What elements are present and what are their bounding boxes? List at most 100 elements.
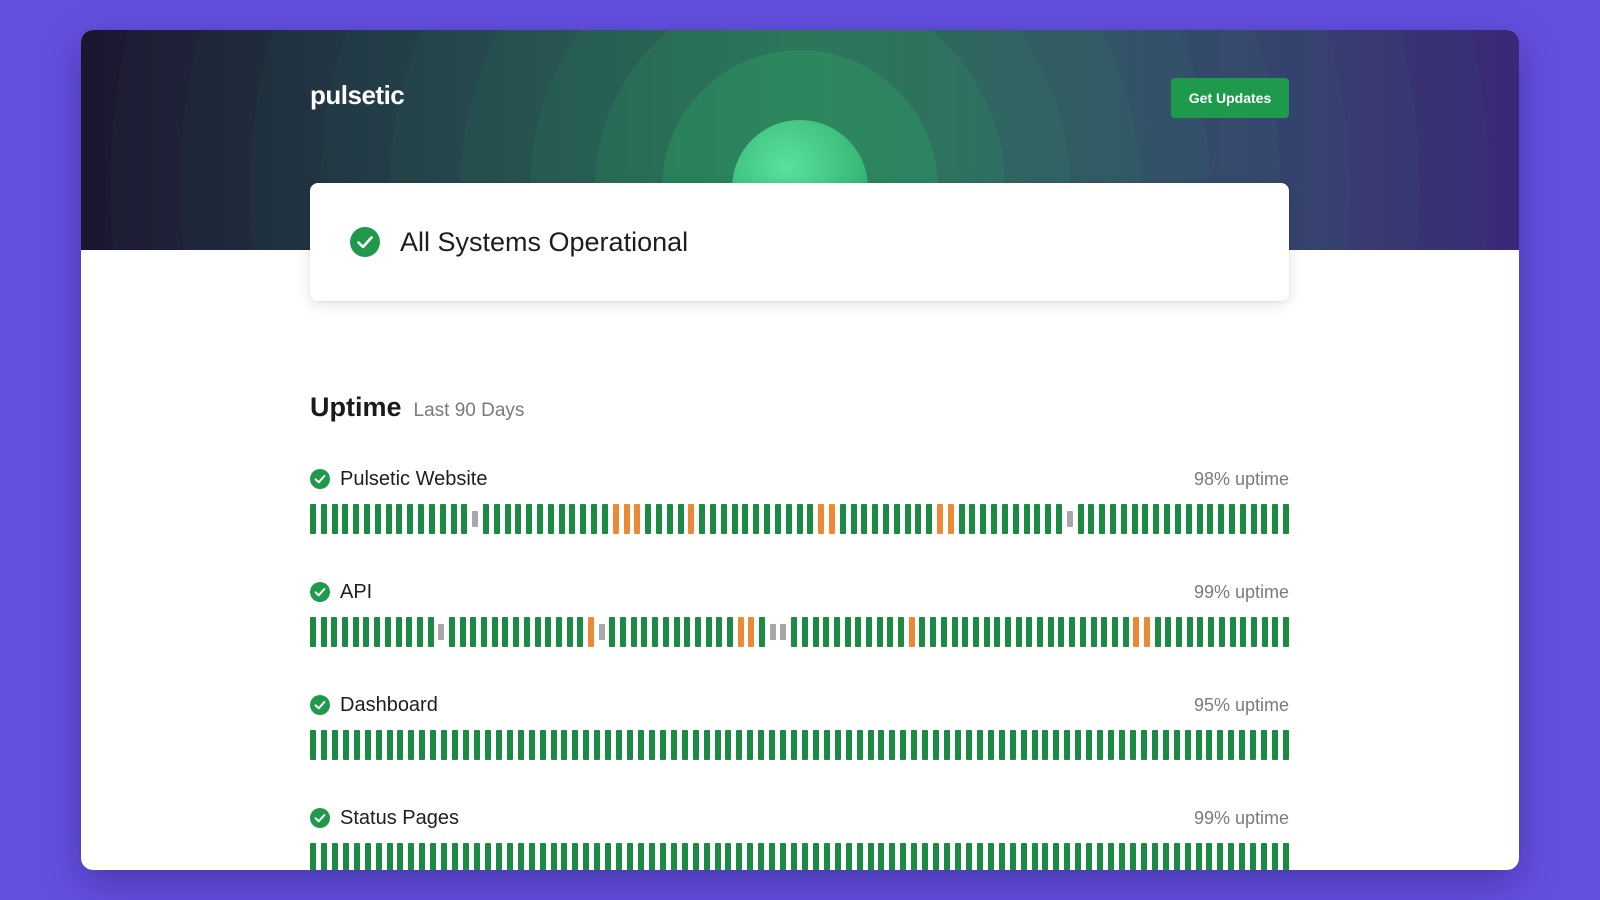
uptime-bar-operational[interactable] [1069, 617, 1076, 647]
uptime-bar-no-data[interactable] [769, 624, 776, 640]
uptime-bar-operational[interactable] [1195, 730, 1202, 760]
uptime-bar-operational[interactable] [1151, 843, 1158, 870]
uptime-bar-operational[interactable] [915, 504, 922, 534]
uptime-bar-operational[interactable] [594, 843, 601, 870]
uptime-bar-operational[interactable] [482, 504, 489, 534]
uptime-bar-operational[interactable] [839, 504, 846, 534]
uptime-bar-operational[interactable] [473, 843, 480, 870]
uptime-bar-operational[interactable] [452, 730, 459, 760]
uptime-bar-operational[interactable] [1217, 843, 1224, 870]
uptime-bar-operational[interactable] [506, 843, 513, 870]
uptime-bar-operational[interactable] [641, 617, 648, 647]
uptime-bar-operational[interactable] [1283, 843, 1289, 870]
uptime-bar-operational[interactable] [780, 730, 787, 760]
uptime-bar-operational[interactable] [1261, 504, 1268, 534]
uptime-bar-operational[interactable] [987, 843, 994, 870]
uptime-bar-operational[interactable] [1108, 843, 1115, 870]
uptime-bar-operational[interactable] [833, 617, 840, 647]
uptime-bar-operational[interactable] [342, 504, 349, 534]
uptime-bar-degraded[interactable] [623, 504, 630, 534]
uptime-bar-operational[interactable] [430, 730, 437, 760]
uptime-bar-operational[interactable] [627, 730, 634, 760]
uptime-bar-degraded[interactable] [828, 504, 835, 534]
uptime-bar-operational[interactable] [397, 730, 404, 760]
uptime-bar-operational[interactable] [834, 843, 841, 870]
uptime-bar-operational[interactable] [677, 504, 684, 534]
uptime-bar-operational[interactable] [1185, 504, 1192, 534]
uptime-bar-operational[interactable] [812, 617, 819, 647]
uptime-bar-operational[interactable] [1037, 617, 1044, 647]
uptime-bar-operational[interactable] [502, 617, 509, 647]
uptime-bar-operational[interactable] [550, 843, 557, 870]
uptime-bar-operational[interactable] [1090, 617, 1097, 647]
uptime-bar-operational[interactable] [844, 617, 851, 647]
uptime-bar-degraded[interactable] [937, 504, 944, 534]
uptime-bar-operational[interactable] [461, 504, 468, 534]
uptime-bar-operational[interactable] [363, 617, 370, 647]
uptime-bar-operational[interactable] [310, 617, 316, 647]
uptime-bar-operational[interactable] [791, 730, 798, 760]
uptime-bar-operational[interactable] [616, 730, 623, 760]
uptime-bar-operational[interactable] [922, 730, 929, 760]
uptime-bar-operational[interactable] [807, 504, 814, 534]
uptime-bar-operational[interactable] [1176, 617, 1183, 647]
uptime-bar-no-data[interactable] [780, 624, 787, 640]
uptime-bar-operational[interactable] [630, 617, 637, 647]
uptime-bar-operational[interactable] [320, 617, 327, 647]
uptime-bar-operational[interactable] [463, 730, 470, 760]
uptime-bar-operational[interactable] [987, 730, 994, 760]
uptime-bar-operational[interactable] [1239, 504, 1246, 534]
uptime-bar-operational[interactable] [655, 504, 662, 534]
uptime-bar-operational[interactable] [528, 843, 535, 870]
uptime-bar-operational[interactable] [965, 730, 972, 760]
uptime-bar-operational[interactable] [666, 504, 673, 534]
uptime-bar-operational[interactable] [872, 504, 879, 534]
uptime-bar-operational[interactable] [855, 617, 862, 647]
uptime-bar-operational[interactable] [419, 843, 426, 870]
uptime-bar-degraded[interactable] [947, 504, 954, 534]
uptime-bar-operational[interactable] [449, 617, 455, 647]
uptime-bar-operational[interactable] [1283, 504, 1289, 534]
uptime-bar-degraded[interactable] [688, 504, 695, 534]
uptime-bar-operational[interactable] [1131, 504, 1138, 534]
uptime-bar-operational[interactable] [1058, 617, 1065, 647]
uptime-bar-operational[interactable] [823, 730, 830, 760]
uptime-bar-operational[interactable] [812, 730, 819, 760]
uptime-bar-operational[interactable] [727, 617, 733, 647]
uptime-bar-operational[interactable] [513, 617, 520, 647]
uptime-bar-operational[interactable] [994, 617, 1001, 647]
uptime-bar-operational[interactable] [983, 617, 990, 647]
uptime-bar-operational[interactable] [933, 730, 940, 760]
uptime-bar-operational[interactable] [1283, 617, 1289, 647]
uptime-bar-operational[interactable] [1026, 617, 1033, 647]
uptime-bar-operational[interactable] [374, 504, 381, 534]
uptime-bar-operational[interactable] [801, 843, 808, 870]
uptime-bar-operational[interactable] [572, 843, 579, 870]
uptime-bar-operational[interactable] [758, 730, 765, 760]
uptime-bar-operational[interactable] [545, 617, 552, 647]
uptime-bar-operational[interactable] [911, 730, 918, 760]
uptime-bar-operational[interactable] [1197, 617, 1204, 647]
uptime-bar-operational[interactable] [1196, 504, 1203, 534]
uptime-bar-operational[interactable] [450, 504, 457, 534]
uptime-bar-operational[interactable] [940, 617, 947, 647]
uptime-bar-operational[interactable] [1053, 843, 1060, 870]
uptime-bar-operational[interactable] [1064, 843, 1071, 870]
uptime-bar-operational[interactable] [353, 504, 360, 534]
uptime-bar-operational[interactable] [561, 730, 568, 760]
uptime-bar-operational[interactable] [504, 504, 511, 534]
uptime-bar-operational[interactable] [470, 617, 477, 647]
uptime-bar-operational[interactable] [320, 843, 327, 870]
uptime-bar-operational[interactable] [662, 617, 669, 647]
uptime-bar-operational[interactable] [1261, 617, 1268, 647]
uptime-bar-operational[interactable] [998, 730, 1005, 760]
uptime-bar-operational[interactable] [495, 843, 502, 870]
uptime-bar-operational[interactable] [1088, 504, 1095, 534]
uptime-bar-operational[interactable] [408, 730, 415, 760]
uptime-bar-operational[interactable] [976, 843, 983, 870]
uptime-bar-operational[interactable] [1119, 843, 1125, 870]
uptime-bar-operational[interactable] [395, 617, 402, 647]
uptime-bar-operational[interactable] [385, 504, 392, 534]
uptime-bar-operational[interactable] [876, 617, 883, 647]
uptime-bar-operational[interactable] [648, 730, 655, 760]
